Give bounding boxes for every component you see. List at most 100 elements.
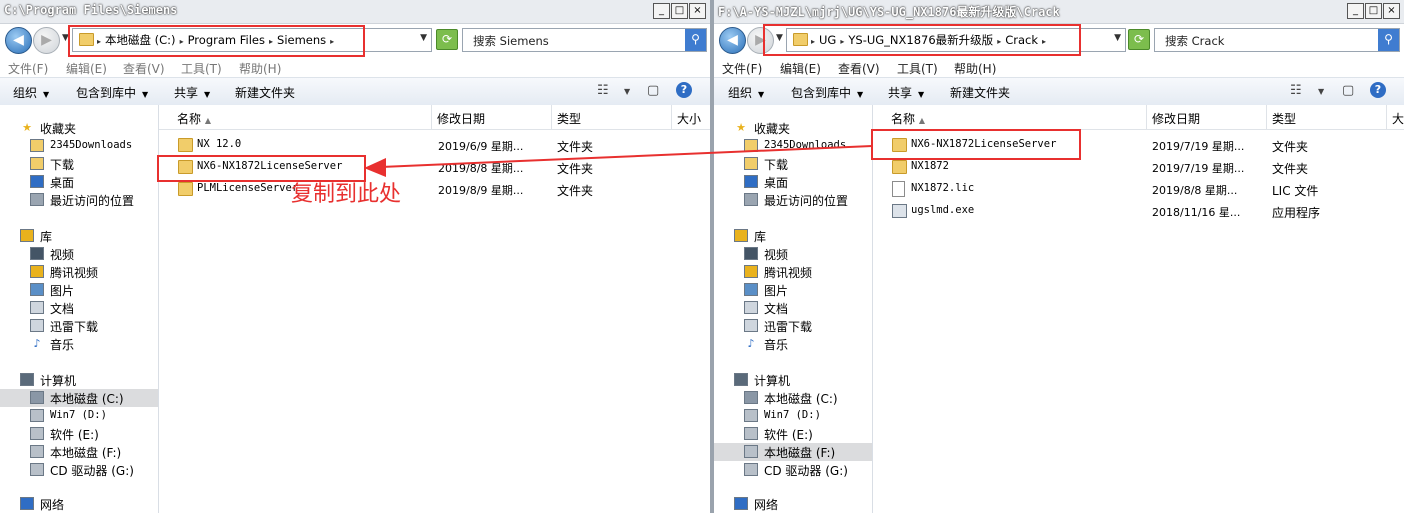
include-in-library-button[interactable]: 包含到库中 ▼ bbox=[791, 84, 863, 101]
sidebar-item[interactable]: 计算机 bbox=[714, 371, 872, 389]
breadcrumb-arrow-icon[interactable]: ▸ bbox=[97, 37, 101, 46]
sidebar-item[interactable]: 文档 bbox=[0, 299, 158, 317]
sidebar-item[interactable]: 最近访问的位置 bbox=[714, 191, 872, 209]
column-type[interactable]: 类型 bbox=[1272, 110, 1296, 127]
breadcrumb-ug[interactable]: UG bbox=[819, 33, 836, 47]
recent-pages-dropdown[interactable]: ▼ bbox=[62, 33, 69, 43]
column-divider[interactable] bbox=[1266, 105, 1267, 129]
sidebar-item[interactable]: 图片 bbox=[0, 281, 158, 299]
maximize-button[interactable]: □ bbox=[671, 3, 688, 19]
sidebar-item[interactable]: ★ 收藏夹 bbox=[714, 119, 872, 137]
view-dropdown-icon[interactable]: ▼ bbox=[624, 87, 630, 96]
minimize-button[interactable]: _ bbox=[1347, 3, 1364, 19]
address-dropdown-icon[interactable]: ▼ bbox=[1114, 33, 1121, 43]
sidebar-item[interactable]: 库 bbox=[714, 227, 872, 245]
sidebar-item[interactable]: 桌面 bbox=[0, 173, 158, 191]
title-bar[interactable]: C:\Program Files\Siemens _ □ × bbox=[0, 0, 710, 24]
new-folder-button[interactable]: 新建文件夹 bbox=[235, 84, 295, 101]
sidebar-item[interactable]: 网络 bbox=[714, 495, 872, 513]
search-input[interactable]: 搜索 Siemens bbox=[473, 33, 549, 49]
recent-pages-dropdown[interactable]: ▼ bbox=[776, 33, 783, 43]
table-row[interactable]: NX1872.lic 2019/8/8 星期... LIC 文件 bbox=[873, 179, 1404, 199]
breadcrumb-arrow-icon[interactable]: ▸ bbox=[997, 37, 1001, 46]
share-button[interactable]: 共享 ▼ bbox=[174, 84, 210, 101]
sidebar-item[interactable]: 迅雷下载 bbox=[0, 317, 158, 335]
column-size[interactable]: 大小 bbox=[677, 110, 701, 127]
breadcrumb-arrow-icon[interactable]: ▸ bbox=[840, 37, 844, 46]
sidebar-item[interactable]: 下载 bbox=[714, 155, 872, 173]
column-name[interactable]: 名称 ▲ bbox=[891, 110, 925, 127]
address-bar[interactable]: ▸ UG ▸ YS-UG_NX1876最新升级版 ▸ Crack ▸ ▼ bbox=[786, 28, 1126, 52]
title-bar[interactable]: F:\A-YS-MJZL\mjrj\UG\YS-UG_NX1876最新升级版\C… bbox=[714, 0, 1404, 24]
close-button[interactable]: × bbox=[1383, 3, 1400, 19]
column-divider[interactable] bbox=[671, 105, 672, 129]
column-date[interactable]: 修改日期 bbox=[437, 110, 485, 127]
table-row[interactable]: ugslmd.exe 2018/11/16 星... 应用程序 bbox=[873, 201, 1404, 221]
preview-pane-icon[interactable]: ▢ bbox=[647, 83, 659, 98]
menu-tools[interactable]: 工具(T) bbox=[181, 60, 222, 77]
sidebar-item[interactable]: 本地磁盘 (C:) bbox=[0, 389, 158, 407]
sidebar-item[interactable]: ★ 收藏夹 bbox=[0, 119, 158, 137]
sidebar-item[interactable]: 库 bbox=[0, 227, 158, 245]
menu-file[interactable]: 文件(F) bbox=[722, 60, 762, 77]
sidebar-item[interactable]: 本地磁盘 (F:) bbox=[0, 443, 158, 461]
column-divider[interactable] bbox=[431, 105, 432, 129]
sidebar-item[interactable]: 腾讯视频 bbox=[0, 263, 158, 281]
table-row[interactable]: NX6-NX1872LicenseServer 2019/8/8 星期... 文件夹 bbox=[159, 157, 710, 177]
preview-pane-icon[interactable]: ▢ bbox=[1342, 83, 1354, 98]
menu-file[interactable]: 文件(F) bbox=[8, 60, 48, 77]
column-size[interactable]: 大 bbox=[1392, 110, 1404, 127]
sidebar-item[interactable]: 2345Downloads bbox=[714, 137, 872, 155]
view-options-icon[interactable]: ☷ bbox=[597, 83, 609, 98]
minimize-button[interactable]: _ bbox=[653, 3, 670, 19]
menu-view[interactable]: 查看(V) bbox=[838, 60, 880, 77]
refresh-button[interactable]: ⟳ bbox=[436, 29, 458, 50]
include-in-library-button[interactable]: 包含到库中 ▼ bbox=[76, 84, 148, 101]
breadcrumb-program-files[interactable]: Program Files bbox=[188, 33, 265, 47]
sidebar-item[interactable]: CD 驱动器 (G:) bbox=[0, 461, 158, 479]
sidebar-item[interactable]: 软件 (E:) bbox=[714, 425, 872, 443]
sidebar-item[interactable]: 网络 bbox=[0, 495, 158, 513]
table-row[interactable]: NX 12.0 2019/6/9 星期... 文件夹 bbox=[159, 135, 710, 155]
breadcrumb-arrow-icon[interactable]: ▸ bbox=[811, 37, 815, 46]
sidebar-item[interactable]: 腾讯视频 bbox=[714, 263, 872, 281]
breadcrumb-arrow-icon[interactable]: ▸ bbox=[330, 37, 334, 46]
forward-button[interactable]: ▶ bbox=[747, 27, 774, 54]
sidebar-item[interactable]: 本地磁盘 (C:) bbox=[714, 389, 872, 407]
breadcrumb-arrow-icon[interactable]: ▸ bbox=[1042, 37, 1046, 46]
help-icon[interactable]: ? bbox=[676, 82, 692, 98]
sidebar-item[interactable]: 本地磁盘 (F:) bbox=[714, 443, 872, 461]
back-button[interactable]: ◀ bbox=[5, 27, 32, 54]
sidebar-item[interactable]: 软件 (E:) bbox=[0, 425, 158, 443]
breadcrumb-siemens[interactable]: Siemens bbox=[277, 33, 326, 47]
table-row[interactable]: PLMLicenseServer 2019/8/9 星期... 文件夹 bbox=[159, 179, 710, 199]
column-name[interactable]: 名称 ▲ bbox=[177, 110, 211, 127]
close-button[interactable]: × bbox=[689, 3, 706, 19]
sidebar-item[interactable]: 桌面 bbox=[714, 173, 872, 191]
column-divider[interactable] bbox=[551, 105, 552, 129]
forward-button[interactable]: ▶ bbox=[33, 27, 60, 54]
sidebar-item[interactable]: 最近访问的位置 bbox=[0, 191, 158, 209]
help-icon[interactable]: ? bbox=[1370, 82, 1386, 98]
organize-button[interactable]: 组织 ▼ bbox=[728, 84, 764, 101]
share-button[interactable]: 共享 ▼ bbox=[888, 84, 924, 101]
sidebar-item[interactable]: Win7 (D:) bbox=[714, 407, 872, 425]
breadcrumb-arrow-icon[interactable]: ▸ bbox=[180, 37, 184, 46]
search-button[interactable]: ⚲ bbox=[1378, 29, 1399, 51]
breadcrumb-local-disk[interactable]: 本地磁盘 (C:) bbox=[105, 33, 176, 47]
search-input[interactable]: 搜索 Crack bbox=[1165, 33, 1224, 49]
menu-help[interactable]: 帮助(H) bbox=[954, 60, 996, 77]
maximize-button[interactable]: □ bbox=[1365, 3, 1382, 19]
sidebar-item[interactable]: ♪ 音乐 bbox=[714, 335, 872, 353]
table-row[interactable]: NX1872 2019/7/19 星期... 文件夹 bbox=[873, 157, 1404, 177]
menu-edit[interactable]: 编辑(E) bbox=[780, 60, 821, 77]
sidebar-item[interactable]: CD 驱动器 (G:) bbox=[714, 461, 872, 479]
sidebar-item[interactable]: 下载 bbox=[0, 155, 158, 173]
search-box[interactable]: 搜索 Siemens ⚲ bbox=[462, 28, 707, 52]
organize-button[interactable]: 组织 ▼ bbox=[13, 84, 49, 101]
sidebar-item[interactable]: 2345Downloads bbox=[0, 137, 158, 155]
sidebar-item[interactable]: 视频 bbox=[0, 245, 158, 263]
column-date[interactable]: 修改日期 bbox=[1152, 110, 1200, 127]
column-type[interactable]: 类型 bbox=[557, 110, 581, 127]
search-box[interactable]: 搜索 Crack ⚲ bbox=[1154, 28, 1400, 52]
